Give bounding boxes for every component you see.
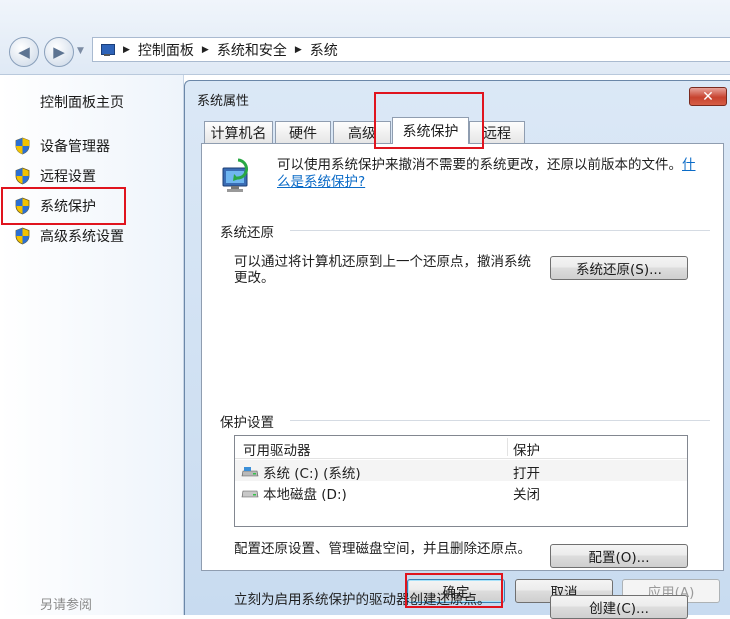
breadcrumb-item-system-security[interactable]: 系统和安全 [217,40,287,60]
table-row[interactable]: 本地磁盘 (D:) 关闭 [235,481,687,503]
system-restore-button[interactable]: 系统还原(S)... [550,256,688,280]
arrow-left-icon: ◀ [18,43,30,61]
uac-shield-icon [14,227,31,245]
sidebar-item-label: 设备管理器 [40,139,110,155]
uac-shield-icon [14,137,31,155]
breadcrumb-item-control-panel[interactable]: 控制面板 [138,40,194,60]
dialog-title: 系统属性 [197,94,250,109]
sidebar-item-advanced-settings[interactable]: 高级系统设置 [14,226,124,246]
system-protection-icon [220,158,260,196]
description-text: 可以使用系统保护来撤消不需要的系统更改，还原以前版本的文件。什么是系统保护? [277,157,707,191]
system-restore-heading: 系统还原 [220,225,274,241]
sidebar-item-remote-settings[interactable]: 远程设置 [14,166,96,186]
back-button[interactable]: ◀ [9,37,39,67]
column-divider[interactable] [507,438,508,456]
system-properties-dialog: 系统属性 ✕ 计算机名 硬件 高级 系统保护 远程 可以使用系统保护来撤消不需要… [184,80,730,619]
breadcrumb-separator-icon[interactable]: ▶ [123,45,130,55]
description-body: 可以使用系统保护来撤消不需要的系统更改，还原以前版本的文件。 [277,157,682,173]
configure-button[interactable]: 配置(O)... [550,544,688,568]
close-icon: ✕ [702,88,714,105]
breadcrumb-separator-icon[interactable]: ▶ [295,45,302,55]
system-restore-text: 可以通过将计算机还原到上一个还原点，撤消系统更改。 [234,254,531,286]
control-panel-home-link[interactable]: 控制面板主页 [40,92,124,112]
divider [290,420,710,421]
drive-protection-status: 关闭 [513,487,540,503]
tab-panel-system-protection: 可以使用系统保护来撤消不需要的系统更改，还原以前版本的文件。什么是系统保护? 系… [201,143,724,619]
drive-name: 系统 (C:) (系统) [263,466,361,482]
left-task-pane: 控制面板主页 设备管理器 远程设置 系统保护 高级系统设置 另请参阅 [0,75,184,615]
drive-protection-status: 打开 [513,466,540,482]
sidebar-item-label: 高级系统设置 [40,229,124,245]
divider [290,230,710,231]
uac-shield-icon [14,167,31,185]
forward-button[interactable]: ▶ [44,37,74,67]
drive-list-header: 可用驱动器 保护 [235,436,687,459]
sidebar-item-label: 远程设置 [40,169,96,185]
recent-pages-dropdown-icon[interactable]: ▼ [77,46,84,56]
create-button[interactable]: 创建(C)... [550,595,688,619]
drive-list[interactable]: 可用驱动器 保护 系统 (C:) (系统) 打开 本地磁盘 (D:) 关闭 [234,435,688,527]
close-button[interactable]: ✕ [689,87,727,106]
tab-hardware[interactable]: 硬件 [275,121,331,143]
column-header-protection[interactable]: 保护 [513,439,540,459]
breadcrumb[interactable]: ▶ 控制面板 ▶ 系统和安全 ▶ 系统 [92,37,730,62]
drive-name: 本地磁盘 (D:) [263,487,347,503]
breadcrumb-separator-icon[interactable]: ▶ [202,45,209,55]
column-header-drives[interactable]: 可用驱动器 [243,439,311,459]
highlight-box-ok [405,573,503,608]
tab-computer-name[interactable]: 计算机名 [204,121,273,143]
table-row[interactable]: 系统 (C:) (系统) 打开 [235,460,687,482]
configure-text: 配置还原设置、管理磁盘空间，并且删除还原点。 [234,541,531,557]
control-panel-icon [99,43,115,57]
sidebar-item-device-manager[interactable]: 设备管理器 [14,136,110,156]
highlight-box-tab [374,92,484,149]
arrow-right-icon: ▶ [53,43,65,61]
disk-drive-icon [241,486,259,498]
highlight-box-sidebar [1,187,126,225]
address-bar: ◀ ▶ ▼ ▶ 控制面板 ▶ 系统和安全 ▶ 系统 [0,0,730,75]
see-also-heading: 另请参阅 [40,598,93,613]
breadcrumb-item-system[interactable]: 系统 [310,40,338,60]
system-drive-icon [241,465,259,477]
protection-settings-heading: 保护设置 [220,415,274,431]
